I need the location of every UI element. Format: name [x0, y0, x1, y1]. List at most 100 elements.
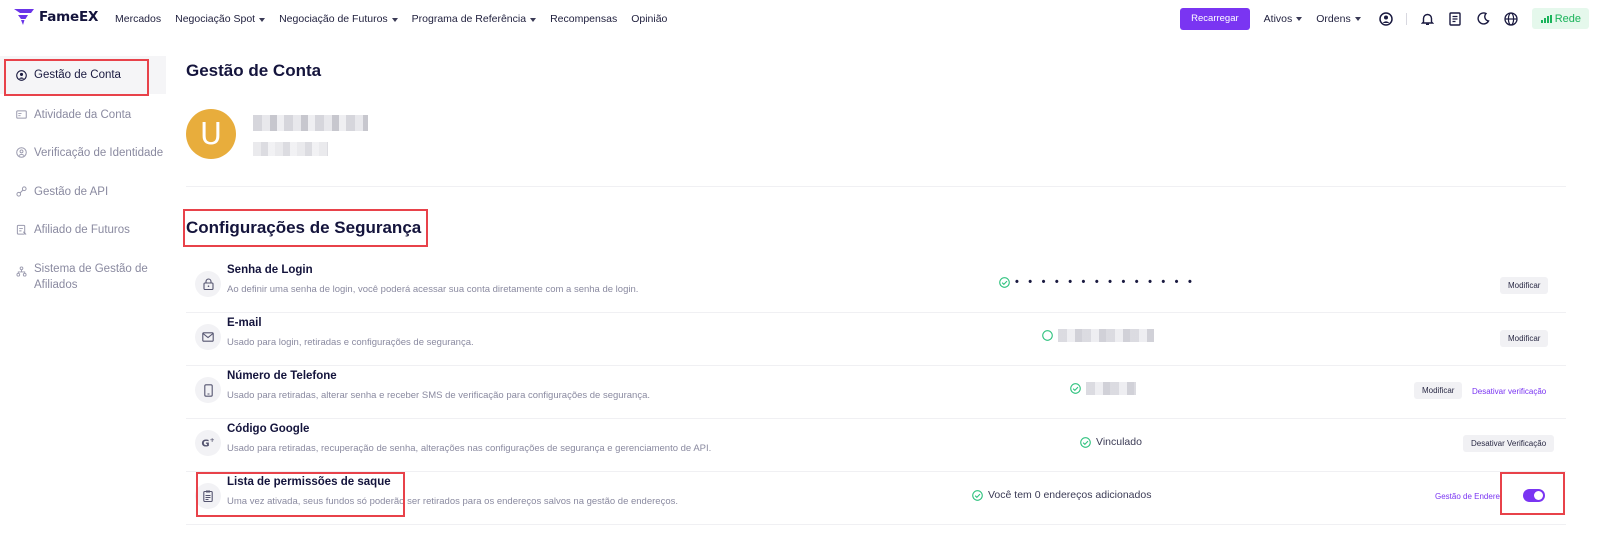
email-status: [1042, 328, 1154, 342]
mail-icon: [195, 324, 221, 350]
nav-spot-trading[interactable]: Negociação Spot: [175, 13, 266, 25]
chevron-down-icon: [391, 17, 398, 22]
sidebar-item-account-management[interactable]: Gestão de Conta: [0, 56, 166, 94]
nav-futures-trading-label: Negociação de Futuros: [279, 13, 388, 25]
redacted-phone: [1086, 381, 1136, 395]
security-row-withdrawal-allowlist: Lista de permissões de saque Uma vez ati…: [186, 472, 1566, 525]
chevron-down-icon: [259, 17, 266, 22]
disable-phone-verification-link[interactable]: Desativar verificação: [1472, 387, 1546, 396]
row-title: Número de Telefone: [227, 370, 337, 382]
nav-markets[interactable]: Mercados: [115, 13, 161, 25]
nav-spot-trading-label: Negociação Spot: [175, 13, 256, 25]
fameex-logo-icon: [14, 9, 34, 25]
nav-referral-program-label: Programa de Referência: [411, 13, 527, 25]
bell-icon[interactable]: [1420, 11, 1435, 26]
redacted-user-id: [253, 142, 328, 156]
nav-feedback[interactable]: Opinião: [631, 13, 667, 25]
withdrawal-allowlist-toggle[interactable]: [1523, 489, 1545, 502]
check-circle-icon: [1070, 382, 1081, 394]
link-icon: [16, 186, 27, 197]
fameex-logo[interactable]: FameEX: [14, 9, 98, 25]
document-icon[interactable]: [1448, 11, 1463, 26]
sidebar-item-label: Atividade da Conta: [34, 109, 132, 121]
chevron-down-icon: [1296, 17, 1303, 21]
chevron-down-icon: [1354, 17, 1361, 21]
modify-password-button[interactable]: Modificar: [1500, 277, 1549, 294]
moon-icon[interactable]: [1476, 11, 1491, 26]
masked-password: • • • • • • • • • • • • • •: [1015, 276, 1196, 288]
clipboard-icon: [16, 224, 27, 235]
brand-name: FameEX: [39, 9, 99, 25]
lock-icon: [195, 271, 221, 297]
row-title: Código Google: [227, 423, 310, 435]
card-icon: [16, 110, 27, 119]
sidebar-item-futures-affiliate[interactable]: Afiliado de Futuros: [0, 222, 130, 238]
clipboard-list-icon: [195, 483, 221, 509]
user-icon[interactable]: [1379, 11, 1394, 26]
page-title: Gestão de Conta: [186, 61, 322, 80]
allowlist-status: Você tem 0 endereços adicionados: [972, 488, 1151, 502]
network-label: Rede: [1554, 12, 1581, 25]
nav-rewards[interactable]: Recompensas: [550, 13, 617, 25]
security-settings-title: Configurações de Segurança: [186, 218, 422, 237]
modify-phone-button[interactable]: Modificar: [1414, 382, 1463, 399]
sidebar-item-api-management[interactable]: Gestão de API: [0, 184, 108, 200]
allowlist-status-label: Você tem 0 endereços adicionados: [988, 489, 1152, 501]
check-circle-icon: [1080, 436, 1091, 448]
top-navigation-bar: FameEX Mercados Negociação Spot Negociaç…: [0, 0, 1600, 38]
profile-divider: [186, 186, 1566, 187]
disable-google-verification-button[interactable]: Desativar Verificação: [1463, 435, 1555, 452]
recharge-button[interactable]: Recarregar: [1180, 7, 1250, 30]
row-title: E-mail: [227, 317, 262, 329]
sidebar-item-label: Afiliado de Futuros: [34, 224, 130, 236]
security-row-phone: Número de Telefone Usado para retiradas,…: [186, 366, 1566, 419]
sidebar-item-affiliate-system[interactable]: Sistema de Gestão de Afiliados: [0, 261, 165, 293]
nav-futures-trading[interactable]: Negociação de Futuros: [279, 13, 398, 25]
password-status: • • • • • • • • • • • • • •: [999, 275, 1195, 289]
redacted-email: [1058, 328, 1154, 342]
row-description: Usado para retiradas, recuperação de sen…: [227, 443, 712, 454]
sidebar-item-label: Gestão de Conta: [34, 69, 121, 81]
user-circle-icon: [16, 69, 27, 81]
check-circle-icon: [972, 489, 983, 501]
globe-icon[interactable]: [1504, 11, 1519, 26]
sidebar-item-account-activity[interactable]: Atividade da Conta: [0, 107, 131, 123]
header-tools: Recarregar Ativos Ordens Rede: [1180, 7, 1589, 30]
check-circle-icon: [1042, 329, 1053, 341]
phone-status: [1070, 381, 1136, 395]
security-row-google-code: G+ Código Google Usado para retiradas, r…: [186, 419, 1566, 472]
row-description: Uma vez ativada, seus fundos só poderão …: [227, 496, 678, 507]
avatar: U: [186, 109, 236, 159]
check-circle-icon: [999, 276, 1010, 288]
assets-menu[interactable]: Ativos: [1264, 13, 1303, 25]
chevron-down-icon: [530, 17, 537, 22]
security-row-email: E-mail Usado para login, retiradas e con…: [186, 313, 1566, 366]
assets-menu-label: Ativos: [1263, 12, 1293, 25]
address-management-link[interactable]: Gestão de Endereços: [1435, 492, 1502, 501]
phone-icon: [195, 377, 221, 403]
toolbar-divider: [1405, 12, 1407, 25]
google-icon: G+: [195, 430, 221, 456]
google-status: Vinculado: [1080, 435, 1142, 449]
nav-rewards-label: Recompensas: [550, 13, 618, 25]
id-icon: [16, 147, 27, 158]
nav-feedback-label: Opinião: [631, 13, 668, 25]
nav-markets-label: Mercados: [115, 13, 162, 25]
security-row-login-password: Senha de Login Ao definir uma senha de l…: [186, 260, 1566, 313]
network-icon: [16, 266, 27, 277]
signal-bars-icon: [1540, 14, 1552, 23]
network-status-badge[interactable]: Rede: [1531, 8, 1589, 29]
modify-email-button[interactable]: Modificar: [1500, 330, 1549, 347]
row-description: Ao definir uma senha de login, você pode…: [227, 284, 639, 295]
main-nav: Mercados Negociação Spot Negociação de F…: [115, 0, 667, 38]
sidebar: Gestão de Conta Atividade da Conta Verif…: [0, 56, 170, 559]
sidebar-item-identity-verification[interactable]: Verificação de Identidade: [0, 145, 163, 161]
google-status-label: Vinculado: [1096, 436, 1142, 448]
orders-menu-label: Ordens: [1316, 12, 1351, 25]
redacted-username: [253, 115, 368, 131]
row-description: Usado para retiradas, alterar senha e re…: [227, 390, 650, 401]
sidebar-item-label: Sistema de Gestão de Afiliados: [34, 263, 148, 291]
row-title: Senha de Login: [227, 264, 313, 276]
nav-referral-program[interactable]: Programa de Referência: [411, 13, 537, 25]
orders-menu[interactable]: Ordens: [1316, 12, 1361, 25]
